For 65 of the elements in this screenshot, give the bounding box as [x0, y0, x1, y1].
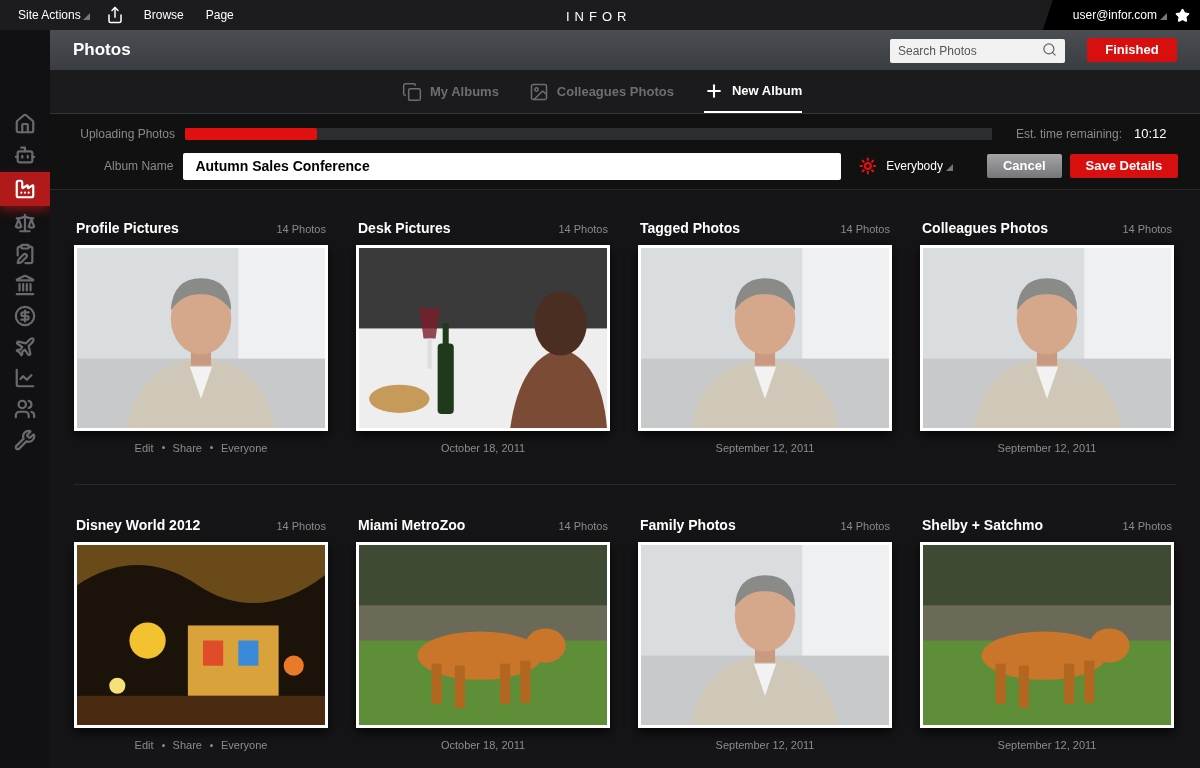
photo-count: 14 Photos — [558, 519, 608, 534]
visibility-dropdown[interactable]: Everybody — [886, 157, 977, 175]
album-title: Tagged Photos — [640, 218, 741, 238]
album-date: September 12, 2011 — [997, 738, 1097, 753]
photo-count: 14 Photos — [1122, 221, 1172, 237]
dollar-icon — [14, 305, 36, 327]
photo-count: 14 Photos — [1122, 519, 1172, 534]
album-date: October 18, 2011 — [440, 738, 526, 753]
album-title: Family Photos — [640, 516, 736, 535]
album-date: October 18, 2011 — [440, 440, 526, 456]
people-icon — [14, 398, 36, 420]
time-label: Est. time remaining: — [1015, 125, 1122, 143]
nav-link[interactable]: Page — [201, 6, 238, 24]
factory-icon — [14, 178, 36, 200]
album-date: September 12, 2011 — [715, 440, 815, 456]
photo-count: 14 Photos — [840, 221, 890, 237]
chart-icon — [14, 367, 36, 389]
star-icon[interactable] — [1175, 7, 1190, 23]
house-icon — [14, 113, 36, 135]
photo-count: 14 Photos — [558, 221, 608, 237]
bank-icon — [14, 274, 36, 296]
clipboard-icon — [14, 243, 36, 265]
page-title: Photos — [73, 39, 131, 62]
site-actions-menu[interactable]: Site Actions — [18, 6, 90, 24]
caret-icon — [1160, 13, 1167, 20]
search-field[interactable]: Search Photos — [890, 39, 1065, 63]
album-action-link[interactable]: Share — [172, 439, 202, 456]
album-date: September 12, 2011 — [715, 738, 815, 753]
tab[interactable]: My Albums — [402, 70, 499, 113]
album-action-link[interactable]: Edit — [134, 737, 154, 754]
album-action-link[interactable]: Share — [172, 737, 202, 754]
album-title: Miami MetroZoo — [358, 516, 466, 535]
album-action-link[interactable]: Edit — [134, 439, 154, 456]
album-title: Desk Pictures — [358, 218, 451, 238]
robot-icon — [14, 144, 36, 166]
photo-count: 14 Photos — [276, 221, 326, 237]
album-title: Colleagues Photos — [922, 218, 1049, 238]
photo-count: 14 Photos — [840, 519, 890, 534]
nav-link[interactable]: Browse — [139, 6, 188, 24]
cancel-button[interactable]: Cancel — [986, 154, 1062, 178]
album-action-link[interactable]: Everyone — [220, 737, 268, 754]
album-date: September 12, 2011 — [997, 440, 1097, 456]
photo-icon — [528, 81, 549, 102]
time-remaining: 10:12 — [1134, 125, 1168, 143]
plane-icon — [14, 336, 36, 358]
photo-count: 14 Photos — [276, 519, 326, 534]
album-name-field[interactable]: Autumn Sales Conference — [183, 152, 841, 180]
album-title: Disney World 2012 — [76, 516, 201, 535]
wrench-icon — [14, 429, 36, 451]
tab[interactable]: Colleagues Photos — [528, 70, 674, 113]
scale-icon — [14, 212, 36, 234]
share-icon[interactable] — [105, 6, 124, 24]
search-icon — [1042, 42, 1057, 57]
albums-icon — [402, 81, 422, 102]
album-action-link[interactable]: Everyone — [220, 439, 268, 456]
sidebar-item[interactable] — [0, 172, 50, 206]
caret-icon — [945, 164, 953, 171]
album-title: Profile Pictures — [76, 218, 179, 238]
album-name-label: Album Name — [103, 158, 174, 175]
upload-label: Uploading Photos — [79, 125, 175, 143]
caret-icon — [82, 13, 90, 20]
album-title: Shelby + Satchmo — [922, 516, 1043, 535]
infor-logo: INFOR — [566, 8, 632, 26]
save-details-button[interactable]: Save Details — [1069, 154, 1178, 178]
finished-button[interactable]: Finished — [1087, 38, 1177, 62]
